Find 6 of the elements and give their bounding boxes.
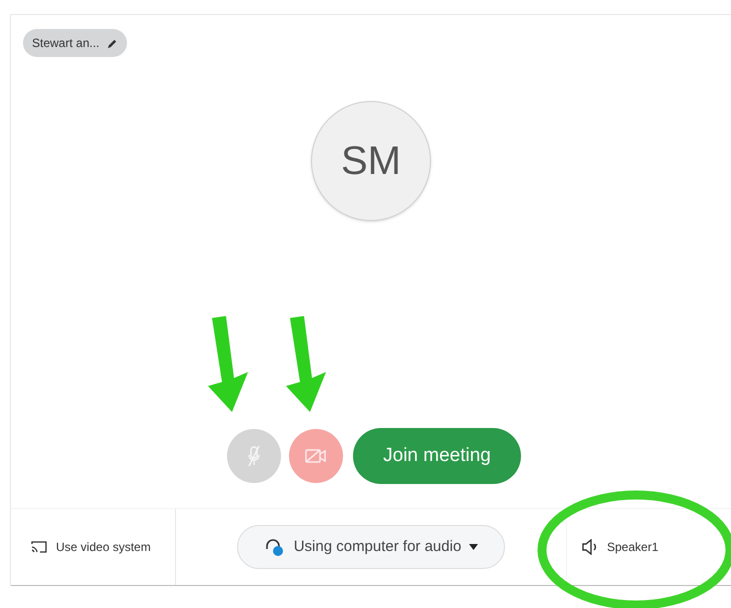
avatar: SM bbox=[311, 101, 431, 221]
audio-dropdown[interactable]: Using computer for audio bbox=[236, 525, 506, 569]
speaker-selector[interactable]: Speaker1 bbox=[607, 538, 658, 556]
name-tag[interactable]: Stewart an... bbox=[23, 29, 128, 57]
join-meeting-button[interactable]: Join meeting bbox=[353, 428, 521, 484]
use-video-system-link[interactable]: Use video system bbox=[56, 538, 151, 556]
